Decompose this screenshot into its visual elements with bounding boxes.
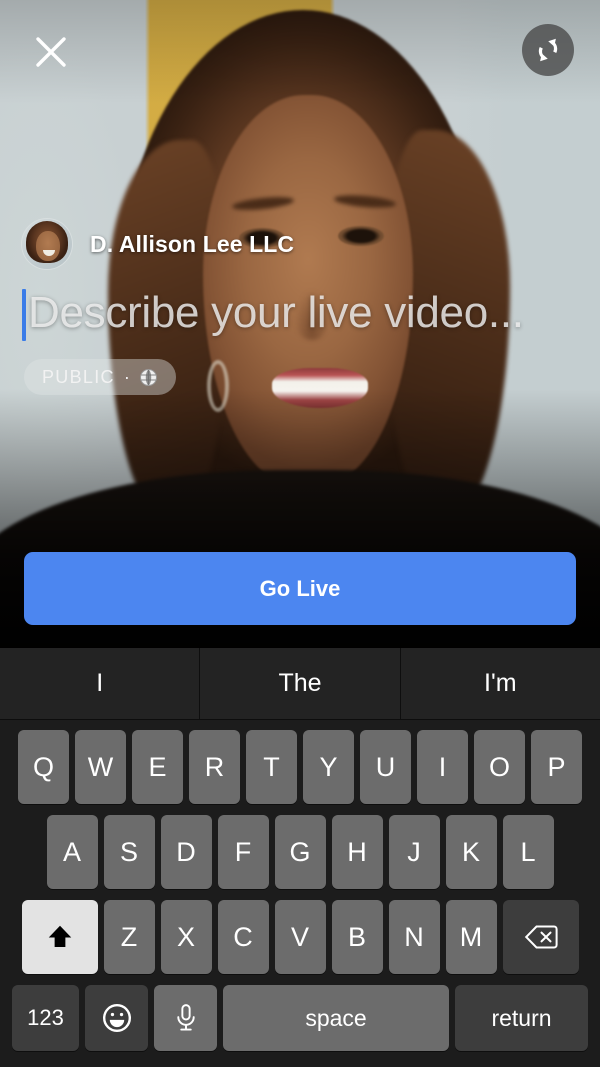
key-j[interactable]: J <box>388 815 440 889</box>
prediction-2[interactable]: The <box>199 648 399 719</box>
on-screen-keyboard: Q W E R T Y U I O P A S D F G H J K L Z … <box>0 720 600 1067</box>
key-m[interactable]: M <box>445 900 497 974</box>
text-cursor <box>22 289 26 341</box>
key-g[interactable]: G <box>274 815 326 889</box>
key-s[interactable]: S <box>103 815 155 889</box>
numbers-key[interactable]: 123 <box>12 985 79 1051</box>
key-q[interactable]: Q <box>18 730 69 804</box>
key-x[interactable]: X <box>160 900 212 974</box>
privacy-label: PUBLIC <box>42 366 115 387</box>
key-d[interactable]: D <box>160 815 212 889</box>
key-z[interactable]: Z <box>103 900 155 974</box>
key-r[interactable]: R <box>189 730 240 804</box>
prediction-1[interactable]: I <box>0 648 199 719</box>
key-h[interactable]: H <box>331 815 383 889</box>
key-e[interactable]: E <box>132 730 183 804</box>
globe-icon <box>139 368 157 386</box>
key-l[interactable]: L <box>502 815 554 889</box>
backspace-icon <box>524 925 558 949</box>
key-v[interactable]: V <box>274 900 326 974</box>
key-o[interactable]: O <box>474 730 525 804</box>
description-input[interactable]: Describe your live video... <box>0 281 600 345</box>
key-k[interactable]: K <box>445 815 497 889</box>
privacy-selector[interactable]: PUBLIC · <box>24 359 176 395</box>
close-button[interactable] <box>27 28 75 76</box>
key-b[interactable]: B <box>331 900 383 974</box>
dictation-key[interactable] <box>154 985 217 1051</box>
key-u[interactable]: U <box>360 730 411 804</box>
key-c[interactable]: C <box>217 900 269 974</box>
composer-overlay: D. Allison Lee LLC Describe your live vi… <box>0 213 600 395</box>
avatar[interactable] <box>22 219 72 269</box>
close-icon <box>36 37 66 67</box>
key-a[interactable]: A <box>46 815 98 889</box>
author-name: D. Allison Lee LLC <box>90 230 295 257</box>
description-placeholder: Describe your live video... <box>28 288 524 337</box>
key-f[interactable]: F <box>217 815 269 889</box>
keyboard-row-4: 123 space return <box>0 985 600 1051</box>
avatar-face <box>36 231 60 261</box>
emoji-smiley-icon <box>102 1003 131 1033</box>
shift-arrow-icon <box>48 925 71 947</box>
keyboard-row-1: Q W E R T Y U I O P <box>0 730 600 804</box>
author-row: D. Allison Lee LLC <box>0 213 600 275</box>
shift-key[interactable] <box>21 900 98 974</box>
camera-flip-icon <box>538 38 558 62</box>
go-live-button[interactable]: Go Live <box>24 552 576 625</box>
emoji-key[interactable] <box>85 985 148 1051</box>
key-n[interactable]: N <box>388 900 440 974</box>
backspace-key[interactable] <box>502 900 579 974</box>
key-p[interactable]: P <box>531 730 582 804</box>
go-live-container: Go Live <box>0 552 600 625</box>
return-key[interactable]: return <box>455 985 588 1051</box>
microphone-icon <box>176 1004 195 1031</box>
key-w[interactable]: W <box>75 730 126 804</box>
key-y[interactable]: Y <box>303 730 354 804</box>
key-t[interactable]: T <box>246 730 297 804</box>
predictive-text-bar: I The I'm <box>0 648 600 720</box>
keyboard-row-3: Z X C V B N M <box>0 900 600 974</box>
keyboard-row-2: A S D F G H J K L <box>0 815 600 889</box>
live-composer-screen: D. Allison Lee LLC Describe your live vi… <box>0 0 600 1067</box>
key-i[interactable]: I <box>417 730 468 804</box>
flip-camera-button[interactable] <box>522 24 574 76</box>
privacy-separator: · <box>123 366 130 387</box>
prediction-3[interactable]: I'm <box>399 648 600 719</box>
space-key[interactable]: space <box>223 985 449 1051</box>
